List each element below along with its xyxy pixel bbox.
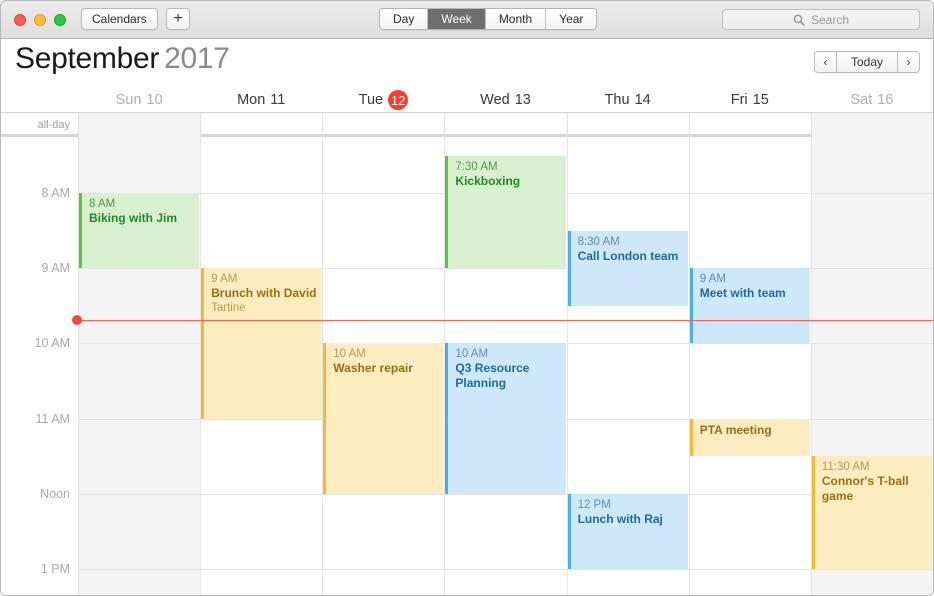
add-event-button[interactable]: + bbox=[166, 8, 190, 30]
event-title: PTA meeting bbox=[699, 422, 772, 437]
weekday-label: Thu bbox=[604, 92, 630, 108]
all-day-label: all-day bbox=[37, 119, 70, 131]
event-time: 9 AM bbox=[211, 273, 238, 286]
day-header-row: Sun 10 Mon 11 Tue 12 Wed 13 Thu 14 Fri 15 Sat 16 bbox=[1, 87, 933, 113]
calendar-event[interactable]: 11:30 AM Connor's T-ball game bbox=[811, 456, 932, 569]
zoom-button[interactable] bbox=[54, 14, 66, 26]
minimize-button[interactable] bbox=[34, 14, 46, 26]
event-time: 11:30 AM bbox=[821, 461, 870, 474]
search-field[interactable]: Search bbox=[722, 9, 920, 30]
day-column-fri[interactable] bbox=[688, 137, 811, 595]
event-title: Connor's T-ball game bbox=[821, 474, 909, 503]
weekday-label: Fri bbox=[730, 92, 748, 108]
event-title: Biking with Jim bbox=[89, 211, 178, 226]
today-date-badge: 12 bbox=[388, 90, 409, 110]
event-time: 12 PM bbox=[577, 498, 611, 511]
event-title: Brunch with David bbox=[211, 286, 317, 301]
all-day-cell-thu[interactable] bbox=[566, 113, 689, 137]
day-header-sat[interactable]: Sat 16 bbox=[811, 87, 933, 113]
all-day-cell-mon[interactable] bbox=[200, 113, 322, 137]
view-switcher[interactable]: Day Week Month Year bbox=[379, 8, 598, 30]
day-header-tue[interactable]: Tue 12 bbox=[322, 87, 444, 113]
all-day-row: all-day bbox=[1, 113, 933, 137]
day-header-fri[interactable]: Fri 15 bbox=[689, 87, 811, 113]
weekday-label: Sat bbox=[850, 92, 873, 108]
date-number: 14 bbox=[634, 92, 651, 108]
hour-gridline bbox=[78, 568, 933, 570]
current-time-line bbox=[78, 319, 933, 321]
event-time: 8 AM bbox=[89, 198, 116, 211]
page-title: September 2017 bbox=[15, 42, 230, 76]
date-number: 11 bbox=[270, 92, 286, 108]
event-title: Meet with team bbox=[699, 286, 786, 301]
week-grid[interactable]: 8 AM9 AM10 AM11 AMNoon1 PM9:41 AM 8 AMBi… bbox=[1, 137, 933, 595]
event-title: Kickboxing bbox=[455, 173, 521, 188]
calendar-event[interactable]: 10 AM Washer repair bbox=[323, 343, 444, 494]
event-title: Washer repair bbox=[333, 361, 413, 376]
all-day-cell-wed[interactable] bbox=[444, 113, 566, 137]
event-time: 8:30 AM bbox=[577, 235, 620, 248]
hour-label: 10 AM bbox=[34, 336, 70, 351]
weekday-label: Tue bbox=[358, 92, 384, 108]
today-button[interactable]: Today bbox=[836, 51, 898, 73]
event-time: 10 AM bbox=[455, 348, 489, 361]
hour-label: 9 AM bbox=[41, 261, 71, 276]
event-title: Lunch with Raj bbox=[577, 511, 663, 526]
date-number: 15 bbox=[752, 92, 769, 108]
view-tab-year[interactable]: Year bbox=[546, 9, 597, 29]
window-traffic-lights bbox=[14, 14, 66, 26]
view-tab-month[interactable]: Month bbox=[485, 9, 547, 29]
month-label: September bbox=[15, 42, 160, 75]
hour-gridline bbox=[78, 493, 933, 495]
day-header-thu[interactable]: Thu 14 bbox=[567, 87, 689, 113]
day-header-sun[interactable]: Sun 10 bbox=[78, 87, 200, 113]
hour-label: 11 AM bbox=[35, 411, 70, 426]
calendar-event[interactable]: 9 AM Meet with team bbox=[689, 268, 810, 344]
calendar-event[interactable]: 10 AM Q3 Resource Planning bbox=[445, 343, 566, 494]
all-day-cell-tue[interactable] bbox=[322, 113, 444, 137]
event-time: 10 AM bbox=[333, 348, 366, 361]
current-time-dot bbox=[72, 314, 82, 325]
title-row: September 2017 ‹ Today › bbox=[1, 39, 933, 87]
hour-label: Noon bbox=[40, 486, 70, 501]
all-day-cell-sat[interactable] bbox=[810, 113, 933, 137]
weekday-label: Sun bbox=[115, 92, 142, 108]
date-number: 13 bbox=[514, 92, 531, 108]
event-title: Q3 Resource Planning bbox=[455, 361, 530, 390]
hour-label: 1 PM bbox=[40, 561, 70, 576]
event-title: Call London team bbox=[577, 248, 679, 263]
weekday-label: Mon bbox=[237, 92, 266, 108]
day-header-wed[interactable]: Wed 13 bbox=[444, 87, 566, 113]
search-placeholder: Search bbox=[810, 12, 850, 27]
window-titlebar: Calendars + Day Week Month Year Search bbox=[1, 1, 933, 39]
day-header-mon[interactable]: Mon 11 bbox=[200, 87, 322, 113]
view-tab-week[interactable]: Week bbox=[428, 9, 486, 29]
time-gutter: 8 AM9 AM10 AM11 AMNoon1 PM9:41 AM bbox=[1, 137, 78, 595]
event-time: 7:30 AM bbox=[455, 160, 498, 173]
event-location: Tartine bbox=[211, 301, 246, 314]
calendar-event[interactable]: PTA meeting bbox=[689, 418, 810, 457]
calendars-button[interactable]: Calendars bbox=[81, 8, 158, 30]
year-label: 2017 bbox=[164, 42, 230, 75]
all-day-cell-fri[interactable] bbox=[688, 113, 811, 137]
hour-label: 8 AM bbox=[41, 186, 71, 201]
close-button[interactable] bbox=[14, 14, 26, 26]
event-time: 9 AM bbox=[699, 273, 726, 286]
calendar-event[interactable]: 8 AM Biking with Jim bbox=[79, 193, 200, 269]
previous-week-button[interactable]: ‹ bbox=[814, 51, 836, 73]
calendar-event[interactable]: 8:30 AM Call London team bbox=[567, 230, 688, 306]
date-navigation: ‹ Today › bbox=[814, 51, 920, 73]
search-icon bbox=[793, 14, 805, 26]
calendar-event[interactable]: 7:30 AM Kickboxing bbox=[445, 155, 566, 269]
weekday-label: Wed bbox=[480, 92, 510, 108]
date-number: 10 bbox=[146, 92, 163, 108]
next-week-button[interactable]: › bbox=[898, 51, 920, 73]
calendar-event[interactable]: 9 AM Brunch with David Tartine bbox=[201, 268, 322, 419]
view-tab-day[interactable]: Day bbox=[380, 9, 429, 29]
all-day-cell-sun[interactable] bbox=[78, 113, 201, 137]
calendar-event[interactable]: 12 PM Lunch with Raj bbox=[567, 493, 688, 569]
calendar-window: Calendars + Day Week Month Year Search Sept… bbox=[0, 0, 934, 596]
date-number: 16 bbox=[877, 92, 894, 108]
